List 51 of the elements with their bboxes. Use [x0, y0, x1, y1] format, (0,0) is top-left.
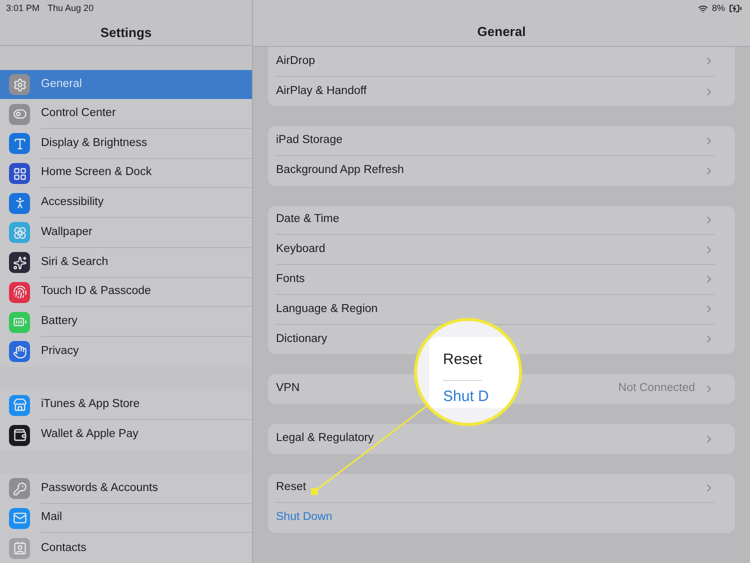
sidebar-item-label: Display & Brightness [41, 136, 148, 151]
sidebar-item[interactable]: Wallet & Apple Pay [0, 420, 252, 450]
sidebar-item-label: Accessibility [41, 195, 104, 210]
row-label[interactable]: Fonts [276, 270, 305, 288]
sidebar-item[interactable]: Battery [0, 307, 252, 337]
row-label[interactable]: AirPlay & Handoff [276, 82, 367, 100]
magnified-label: Reset [443, 349, 482, 380]
sidebar-item-label: iTunes & App Store [41, 397, 140, 412]
sidebar-item[interactable]: Mail [0, 504, 252, 534]
magnified-action: Shut D [443, 386, 489, 406]
page-title: General [477, 22, 526, 40]
sidebar-item-label: Contacts [41, 540, 86, 556]
sidebar-item-label: Wallpaper [41, 224, 92, 240]
sidebar-item[interactable]: Siri & Search [0, 248, 252, 278]
sidebar-item-label: Home Screen & Dock [41, 165, 152, 180]
sidebar-title: Settings [100, 24, 152, 42]
status-date: Thu Aug 20 [48, 2, 94, 15]
row-label[interactable]: Date & Time [276, 211, 340, 229]
sidebar-item[interactable]: Control Center [0, 99, 252, 130]
sidebar-item[interactable]: Home Screen & Dock [0, 158, 252, 188]
sidebar-item-label: Control Center [41, 106, 116, 122]
row-value: Not Connected [618, 381, 695, 396]
wifi-icon [698, 4, 708, 14]
sidebar-item-label: Battery [41, 314, 78, 329]
sidebar-item-label: Mail [41, 510, 62, 526]
sidebar-item[interactable]: Passwords & Accounts [0, 474, 252, 504]
row-label[interactable]: VPN [276, 380, 300, 398]
sidebar-item[interactable]: Wallpaper [0, 218, 252, 248]
sidebar-item-label: Privacy [41, 344, 79, 360]
row-label[interactable]: Reset [276, 479, 306, 497]
row-label[interactable]: Legal & Regulatory [276, 430, 374, 448]
sidebar-item[interactable]: Privacy [0, 336, 252, 367]
row-label[interactable]: Language & Region [276, 300, 378, 318]
sidebar-item-label: General [41, 76, 82, 92]
sidebar-item[interactable]: iTunes & App Store [0, 390, 252, 420]
row-label[interactable]: Background App Refresh [276, 162, 404, 180]
sidebar-item[interactable]: Contacts [0, 533, 252, 563]
battery-icon [729, 2, 742, 16]
sidebar-item[interactable]: Display & Brightness [0, 129, 252, 159]
row-label[interactable]: iPad Storage [276, 132, 342, 150]
sidebar-item-label: Wallet & Apple Pay [41, 427, 138, 442]
status-time: 3:01 PM [6, 2, 40, 15]
battery-percent: 8% [712, 2, 725, 15]
sidebar-item[interactable]: Touch ID & Passcode [0, 278, 252, 308]
row-label[interactable]: Keyboard [276, 241, 326, 258]
sidebar-item-label: Passwords & Accounts [41, 480, 158, 496]
row-label[interactable]: Dictionary [276, 330, 328, 348]
sidebar-item-label: Touch ID & Passcode [41, 284, 151, 300]
sidebar-item-label: Siri & Search [41, 254, 108, 270]
row-label[interactable]: AirDrop [276, 52, 315, 70]
sidebar-item[interactable]: Accessibility [0, 188, 252, 218]
